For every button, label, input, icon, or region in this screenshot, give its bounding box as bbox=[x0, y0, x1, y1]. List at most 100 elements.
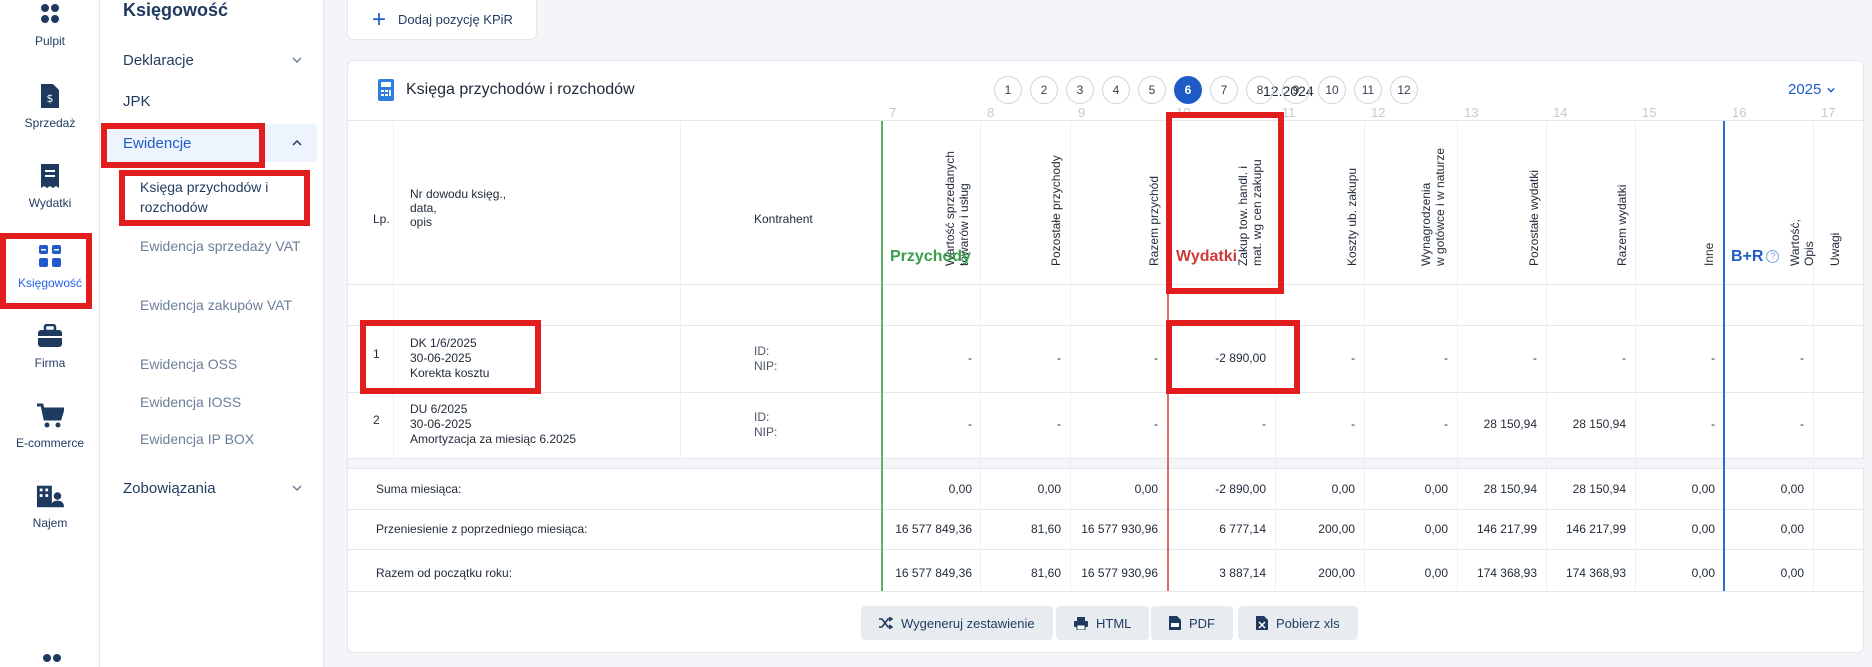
nav-label: JPK bbox=[123, 92, 151, 110]
month-button-10[interactable]: 10 bbox=[1318, 76, 1346, 104]
month-button-3[interactable]: 3 bbox=[1066, 76, 1094, 104]
column-number: 7 bbox=[889, 105, 897, 120]
button-label: Pobierz xls bbox=[1276, 615, 1340, 631]
summary-value-cell: 0,00 bbox=[1134, 482, 1158, 496]
year-select[interactable]: 2025 bbox=[1788, 81, 1836, 98]
nav-sub-ewidencja-ip-box[interactable]: Ewidencja IP BOX bbox=[140, 429, 310, 449]
row-value-cell: - bbox=[1351, 417, 1355, 431]
document-description: Amortyzacja za miesiąc 6.2025 bbox=[410, 432, 577, 446]
rail-item-sprzedaz[interactable]: $ Sprzedaż bbox=[0, 82, 100, 152]
month-button-12[interactable]: 12 bbox=[1390, 76, 1418, 104]
month-button-2[interactable]: 2 bbox=[1030, 76, 1058, 104]
summary-value-cell: 146 217,99 bbox=[1476, 522, 1537, 536]
row-value-cell: - bbox=[1154, 351, 1158, 365]
contractor-nip: NIP: bbox=[754, 425, 778, 439]
summary-ytd-label: Razem od początku roku: bbox=[376, 566, 513, 580]
year-value: 2025 bbox=[1788, 81, 1822, 98]
summary-value-cell: 16 577 849,36 bbox=[895, 566, 972, 580]
row-value-cell: - bbox=[968, 351, 972, 365]
header-kontrahent: Kontrahent bbox=[754, 212, 813, 226]
summary-value-cell: 0,00 bbox=[1424, 566, 1448, 580]
header-remarks: Uwagi bbox=[1828, 232, 1842, 266]
shuffle-icon bbox=[879, 617, 893, 629]
header-total-income: Razem przychód bbox=[1147, 175, 1161, 266]
help-icon[interactable]: ? bbox=[1766, 250, 1780, 264]
summary-value-cell: 0,00 bbox=[1780, 522, 1804, 536]
summary-value-cell: 174 368,93 bbox=[1565, 566, 1626, 580]
add-kpir-entry-button[interactable]: + Dodaj pozycję KPiR bbox=[347, 0, 537, 40]
month-button-8[interactable]: 8 bbox=[1246, 76, 1274, 104]
month-button-4[interactable]: 4 bbox=[1102, 76, 1130, 104]
row-lp: 1 bbox=[373, 347, 380, 361]
month-button-9[interactable]: 9 bbox=[1282, 76, 1310, 104]
expense-divider bbox=[1167, 121, 1169, 591]
row-spacer bbox=[348, 459, 1865, 468]
month-button-6[interactable]: 6 bbox=[1174, 76, 1202, 104]
row-value-cell: - bbox=[1533, 351, 1537, 365]
row-value-cell: - bbox=[968, 417, 972, 431]
row-document[interactable]: DK 1/6/2025 30-06-2025 Korekta kosztu bbox=[410, 336, 489, 381]
chevron-down-icon bbox=[292, 485, 302, 492]
summary-value-cell: 0,00 bbox=[1424, 522, 1448, 536]
row-value-cell: - bbox=[1057, 351, 1061, 365]
calculator-icon bbox=[36, 242, 64, 270]
nav-sub-ewidencja-zakupow-vat[interactable]: Ewidencja zakupów VAT bbox=[140, 295, 310, 315]
column-number: 8 bbox=[987, 105, 995, 120]
nav-sub-ewidencja-oss[interactable]: Ewidencja OSS bbox=[140, 354, 310, 374]
rail-item-najem[interactable]: Najem bbox=[0, 482, 100, 552]
invoice-dollar-icon: $ bbox=[36, 82, 64, 110]
row-value-cell: 28 150,94 bbox=[1483, 417, 1537, 431]
cart-icon bbox=[36, 402, 64, 430]
rail-item-ecommerce[interactable]: E-commerce bbox=[0, 402, 100, 472]
nav-ewidencje[interactable]: Ewidencje bbox=[107, 124, 317, 162]
printer-icon bbox=[1074, 616, 1088, 630]
chevron-up-icon bbox=[292, 139, 302, 146]
nav-sub-ewidencja-sprzedazy-vat[interactable]: Ewidencja sprzedaży VAT bbox=[140, 236, 310, 256]
summary-value-cell: 0,00 bbox=[1780, 482, 1804, 496]
header-side-costs: Koszty ub. zakupu bbox=[1345, 167, 1359, 266]
rail-item-wydatki[interactable]: Wydatki bbox=[0, 162, 100, 232]
col-divider bbox=[1813, 121, 1814, 591]
month-button-7[interactable]: 7 bbox=[1210, 76, 1238, 104]
month-button-11[interactable]: 11 bbox=[1354, 76, 1382, 104]
summary-value-cell: 3 887,14 bbox=[1219, 566, 1266, 580]
col-divider bbox=[1070, 121, 1071, 591]
nav-zobowiazania[interactable]: Zobowiązania bbox=[100, 476, 324, 500]
more-icon[interactable] bbox=[40, 652, 64, 667]
contractor-id: ID: bbox=[754, 344, 770, 358]
nav-label: Zobowiązania bbox=[123, 479, 216, 497]
summary-value-cell: 0,00 bbox=[1037, 482, 1061, 496]
month-button-1[interactable]: 1 bbox=[994, 76, 1022, 104]
header-document: Nr dowodu księg., data, opis bbox=[410, 187, 507, 229]
rail-label: Sprzedaż bbox=[24, 116, 76, 130]
rail-item-pulpit[interactable]: Pulpit bbox=[0, 0, 100, 70]
column-number: 16 bbox=[1732, 105, 1747, 120]
nav-sub-kpir[interactable]: Księga przychodów i rozchodów bbox=[140, 177, 310, 217]
row-document[interactable]: DU 6/2025 30-06-2025 Amortyzacja za mies… bbox=[410, 402, 576, 447]
header-goods-purchase: Zakup tow. handl. i mat. wg cen zakupu bbox=[1236, 159, 1264, 266]
xls-download-button[interactable]: Pobierz xls bbox=[1238, 606, 1358, 640]
nav-sub-ewidencja-ioss[interactable]: Ewidencja IOSS bbox=[140, 392, 310, 412]
month-button-5[interactable]: 5 bbox=[1138, 76, 1166, 104]
summary-value-cell: 6 777,14 bbox=[1219, 522, 1266, 536]
document-date: 30-06-2025 bbox=[410, 351, 472, 365]
income-divider bbox=[881, 121, 883, 591]
divider bbox=[348, 549, 1865, 550]
html-export-button[interactable]: HTML bbox=[1056, 606, 1150, 640]
header-lp: Lp. bbox=[373, 212, 390, 226]
row-value-cell: - bbox=[1711, 351, 1715, 365]
nav-deklaracje[interactable]: Deklaracje bbox=[100, 48, 324, 72]
rail-label: Wydatki bbox=[28, 196, 72, 210]
col-divider bbox=[980, 121, 981, 591]
calculator-icon bbox=[378, 79, 394, 101]
generate-report-button[interactable]: Wygeneruj zestawienie bbox=[861, 606, 1053, 640]
rail-item-firma[interactable]: Firma bbox=[0, 322, 100, 392]
col-divider bbox=[1457, 121, 1458, 591]
summary-value-cell: 81,60 bbox=[1030, 566, 1061, 580]
section-br-label: B+R? bbox=[1731, 248, 1780, 266]
rail-item-ksiegowosc[interactable]: Księgowość bbox=[0, 242, 100, 312]
pdf-export-button[interactable]: PDF bbox=[1151, 606, 1233, 640]
br-divider bbox=[1723, 121, 1725, 591]
nav-jpk[interactable]: JPK bbox=[100, 89, 324, 113]
rail-label: E-commerce bbox=[15, 436, 84, 450]
